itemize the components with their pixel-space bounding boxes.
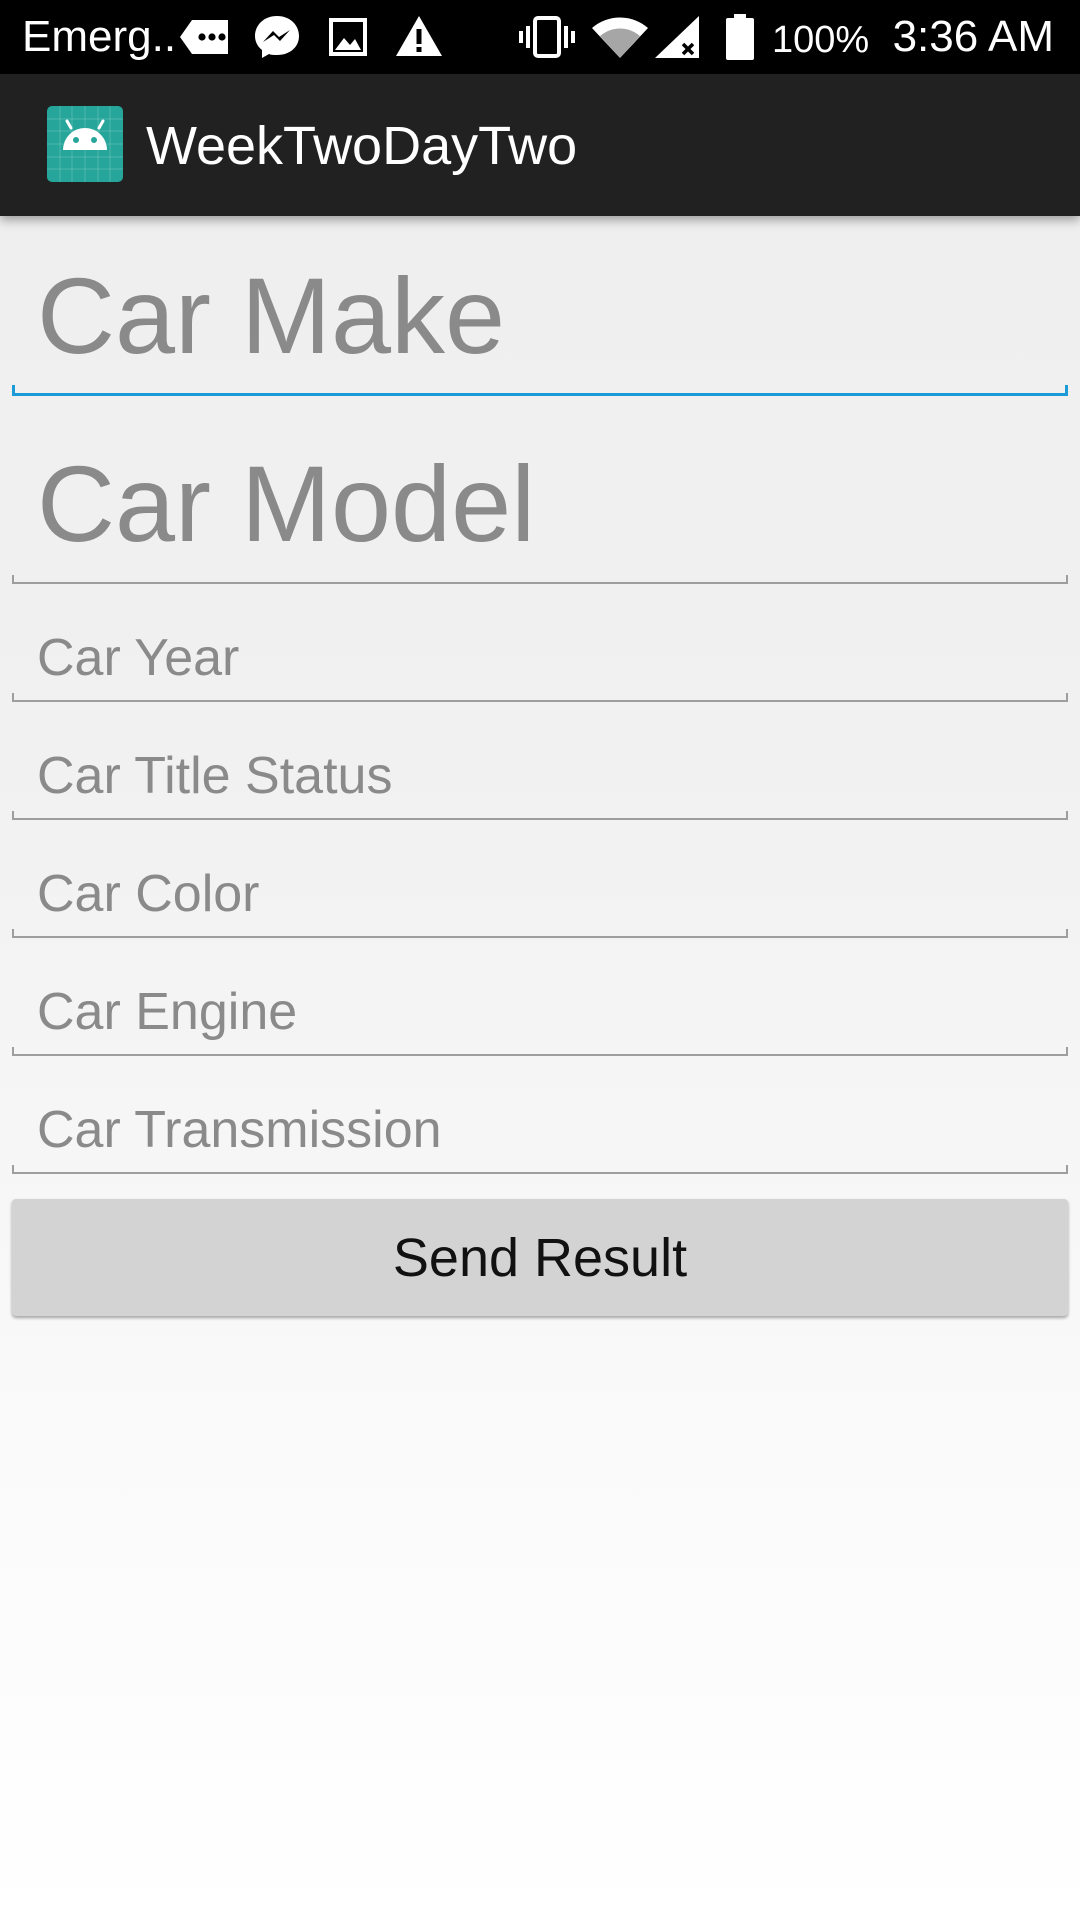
status-bar: Emerg.. 100% 3:36 AM bbox=[0, 0, 1080, 74]
car-model-underline bbox=[12, 575, 1068, 584]
car-title-status-underline bbox=[12, 811, 1068, 820]
car-make-underline bbox=[12, 385, 1068, 396]
car-engine-field[interactable]: Car Engine bbox=[12, 974, 1068, 1056]
car-transmission-field[interactable]: Car Transmission bbox=[12, 1092, 1068, 1174]
car-title-status-field[interactable]: Car Title Status bbox=[12, 738, 1068, 820]
car-transmission-placeholder: Car Transmission bbox=[37, 1101, 442, 1159]
car-engine-underline bbox=[12, 1047, 1068, 1056]
car-model-placeholder: Car Model bbox=[37, 443, 536, 564]
send-result-button[interactable]: Send Result bbox=[12, 1199, 1068, 1316]
car-year-field[interactable]: Car Year bbox=[12, 620, 1068, 702]
car-color-underline bbox=[12, 929, 1068, 938]
signal-icon bbox=[655, 16, 699, 58]
car-engine-placeholder: Car Engine bbox=[37, 983, 298, 1041]
sms-icon bbox=[180, 20, 228, 54]
clock: 3:36 AM bbox=[892, 12, 1054, 61]
car-color-placeholder: Car Color bbox=[37, 865, 260, 923]
car-make-placeholder: Car Make bbox=[37, 255, 506, 376]
app-title: WeekTwoDayTwo bbox=[146, 116, 578, 176]
car-transmission-underline bbox=[12, 1165, 1068, 1174]
battery-percent: 100% bbox=[772, 19, 870, 61]
car-title-status-placeholder: Car Title Status bbox=[37, 747, 393, 805]
carrier-label: Emerg.. bbox=[22, 12, 177, 61]
car-model-field[interactable]: Car Model bbox=[12, 434, 1068, 584]
warning-icon bbox=[396, 16, 442, 56]
car-color-field[interactable]: Car Color bbox=[12, 856, 1068, 938]
image-icon bbox=[329, 18, 367, 56]
messenger-icon bbox=[255, 16, 299, 58]
android-app-icon bbox=[47, 106, 123, 182]
wifi-icon bbox=[592, 17, 648, 58]
battery-icon bbox=[726, 14, 754, 60]
car-year-placeholder: Car Year bbox=[37, 629, 240, 687]
app-bar: WeekTwoDayTwo bbox=[0, 74, 1080, 216]
car-make-field[interactable]: Car Make bbox=[12, 246, 1068, 396]
car-year-underline bbox=[12, 693, 1068, 702]
vibrate-icon bbox=[519, 16, 575, 58]
